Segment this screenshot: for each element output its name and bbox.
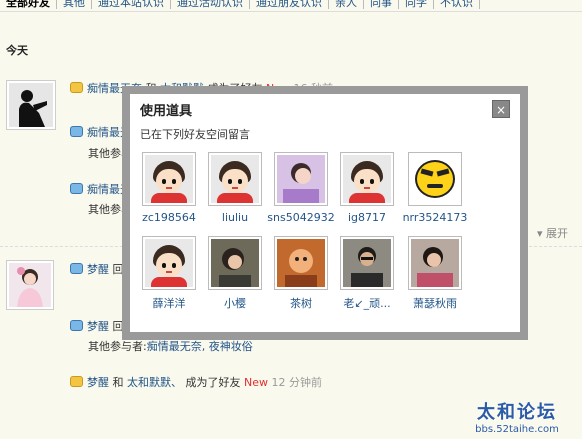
smiley-avatar-icon [411,155,459,203]
avatar[interactable] [6,260,54,310]
forum-watermark-logo: 太和论坛 bbs.52taihe.com [456,398,578,436]
tab-strangers[interactable]: 不认识 [434,0,480,9]
friend-item[interactable]: 老↙_顽... [332,236,402,311]
participants-label: 其他参与者: [88,340,147,353]
comment-icon [70,183,83,194]
friend-name[interactable]: 小樱 [200,295,270,311]
friend-name[interactable]: 茶树 [266,295,336,311]
participants-links[interactable]: 痴情最无奈, 夜神妆俗 [147,340,253,353]
friend-item[interactable]: 薛洋洋 [134,236,204,311]
cartoon-avatar-icon [211,155,259,203]
tab-via-friends[interactable]: 通过朋友认识 [250,0,329,9]
use-item-dialog: 使用道具 × 已在下列好友空间留言 zc198564 liuliu sns504… [130,94,520,332]
tab-relatives[interactable]: 亲人 [329,0,364,9]
friend-name[interactable]: ig8717 [332,211,402,224]
friend-name[interactable]: sns5042932 [266,211,336,224]
friend-item[interactable]: zc198564 [134,152,204,224]
tab-classmates[interactable]: 同学 [399,0,434,9]
friend-filter-tabs: 全部好友 其他 通过本站认识 通过活动认识 通过朋友认识 亲人 同事 同学 不认… [0,0,582,12]
avatar-girl-photo [9,263,51,307]
dialog-title: 使用道具 [140,104,193,119]
avatar[interactable] [6,80,56,130]
user-link[interactable]: 梦醒 [87,376,109,389]
tab-all-friends[interactable]: 全部好友 [0,0,57,9]
friend-item[interactable]: nrr3524173 [400,152,470,224]
feed-text: 和 [112,376,124,389]
friend-name[interactable]: 萧瑟秋雨 [400,295,470,311]
expand-label: 展开 [546,227,568,240]
feed-text: 成为了好友 [185,376,241,389]
cartoon-avatar-icon [145,155,193,203]
friend-name[interactable]: liuliu [200,211,270,224]
friend-name[interactable]: nrr3524173 [400,211,470,224]
new-badge: New [244,376,268,389]
friend-item[interactable]: sns5042932 [266,152,336,224]
friend-name[interactable]: 薛洋洋 [134,295,204,311]
tab-via-events[interactable]: 通过活动认识 [171,0,250,9]
chevron-down-icon: ▾ [536,227,543,240]
cartoon-avatar-icon [145,239,193,287]
feed-item: 梦醒 回 [70,320,124,334]
timestamp: 12 分钟前 [271,376,323,389]
friend-item[interactable]: 小樱 [200,236,270,311]
comment-icon [70,126,83,137]
participants-line: 其他参与者:痴情最无奈, 夜神妆俗 [88,338,253,354]
handshake-icon [70,376,83,387]
comment-icon [70,320,83,331]
user-link[interactable]: 梦醒 [87,320,109,333]
friend-item[interactable]: ig8717 [332,152,402,224]
expand-link[interactable]: ▾ 展开 [537,225,568,241]
watermark-url: bbs.52taihe.com [475,424,559,435]
close-icon[interactable]: × [492,100,510,118]
comment-icon [70,263,83,274]
friend-name[interactable]: 老↙_顽... [332,295,402,311]
dialog-frame: 使用道具 × 已在下列好友空间留言 zc198564 liuliu sns504… [122,86,528,340]
photo-avatar-image [211,239,259,287]
section-title-today: 今天 [6,44,28,57]
photo-avatar-image [277,155,325,203]
handshake-icon [70,82,83,93]
tab-via-site[interactable]: 通过本站认识 [92,0,171,9]
photo-avatar-image [343,239,391,287]
tab-other[interactable]: 其他 [57,0,92,9]
user-link[interactable]: 梦醒 [87,263,109,276]
friend-item[interactable]: liuliu [200,152,270,224]
feed-item: 梦醒 回 [70,263,124,277]
friend-name[interactable]: zc198564 [134,211,204,224]
avatar-silhouette-image [9,83,53,127]
friend-item[interactable]: 萧瑟秋雨 [400,236,470,311]
dialog-description: 已在下列好友空间留言 [140,128,250,141]
watermark-title: 太和论坛 [477,402,557,423]
feed-item: 梦醒 和 太和默默、 成为了好友 New 12 分钟前 [70,376,322,390]
friend-item[interactable]: 茶树 [266,236,336,311]
user-link[interactable]: 太和默默、 [127,376,182,389]
photo-avatar-image [411,239,459,287]
photo-avatar-image [277,239,325,287]
tab-colleagues[interactable]: 同事 [364,0,399,9]
cartoon-avatar-icon [343,155,391,203]
